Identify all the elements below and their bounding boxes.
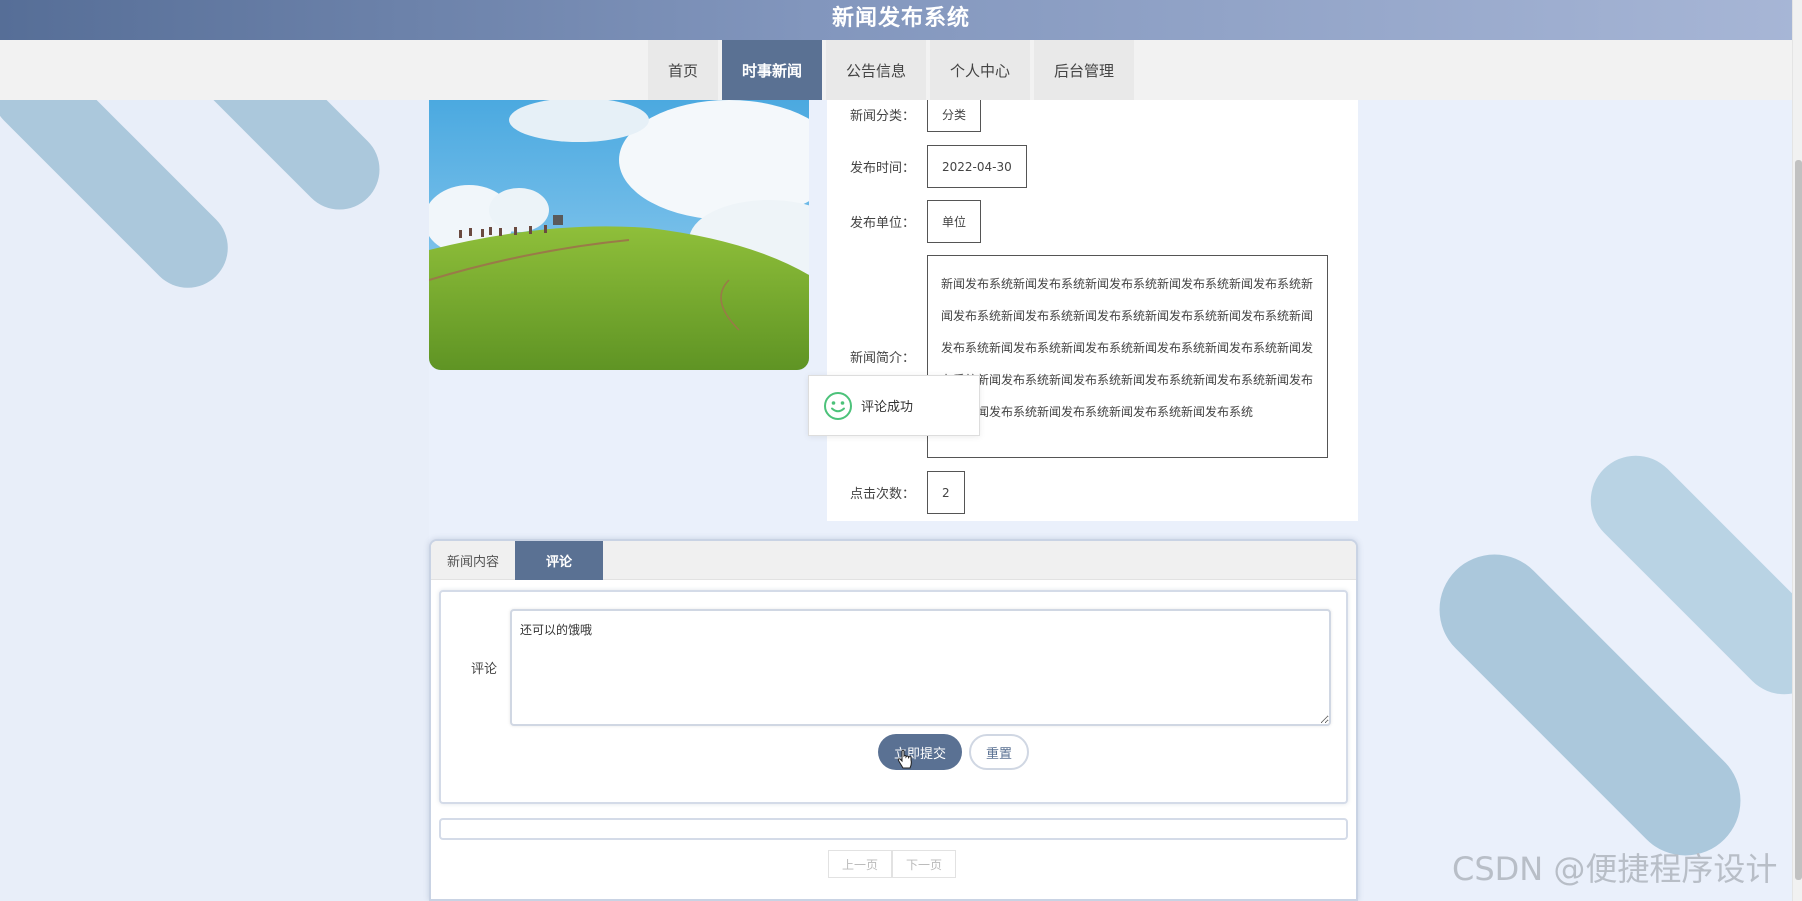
comment-form: 评论 还可以的饿哦 立即提交 重置: [439, 590, 1348, 804]
success-toast: 评论成功: [808, 375, 980, 436]
site-title: 新闻发布系统: [831, 6, 970, 31]
news-tabs: 新闻内容 评论 评论 还可以的饿哦 立即提交 重置 上一页 下一页: [429, 539, 1358, 901]
click-count-value: 2: [927, 471, 965, 514]
next-page-button[interactable]: 下一页: [892, 850, 956, 878]
click-count-label: 点击次数：: [849, 487, 915, 502]
nav-item-admin[interactable]: 后台管理: [1034, 40, 1135, 100]
reset-button[interactable]: 重置: [969, 734, 1029, 770]
prev-page-button[interactable]: 上一页: [828, 850, 892, 878]
news-intro-value: 新闻发布系统新闻发布系统新闻发布系统新闻发布系统新闻发布系统新闻发布系统新闻发布…: [927, 255, 1328, 458]
nav-item-announcements[interactable]: 公告信息: [825, 40, 926, 100]
smile-icon: [824, 391, 852, 420]
news-info-panel: 新闻分类： 分类 发布时间： 2022-04-30 发布单位： 单位 新闻简介：…: [827, 96, 1358, 521]
scrollbar-thumb[interactable]: [1795, 160, 1802, 880]
nav-item-current-news[interactable]: 时事新闻: [721, 40, 822, 100]
tab-comments[interactable]: 评论: [515, 541, 604, 580]
publish-time-label: 发布时间：: [849, 161, 915, 176]
page-scrollbar[interactable]: [1792, 0, 1802, 901]
tab-news-content[interactable]: 新闻内容: [431, 541, 515, 580]
news-image: [429, 100, 809, 370]
landscape-image: [429, 100, 809, 370]
news-intro-label: 新闻简介：: [849, 351, 915, 366]
comment-list: [439, 818, 1348, 840]
publish-unit-label: 发布单位：: [849, 216, 915, 231]
comment-textarea[interactable]: 还可以的饿哦: [510, 609, 1331, 726]
publish-unit-value: 单位: [927, 200, 982, 243]
category-label: 新闻分类：: [849, 108, 915, 124]
toast-message: 评论成功: [861, 400, 914, 415]
publish-time-value: 2022-04-30: [927, 145, 1027, 188]
submit-button[interactable]: 立即提交: [878, 734, 962, 770]
hand-cursor-icon: [897, 749, 912, 769]
pagination: 上一页 下一页: [828, 850, 956, 878]
watermark-text: CSDN @便捷程序设计: [1452, 850, 1778, 888]
main-nav: 首页 时事新闻 公告信息 个人中心 后台管理: [0, 40, 1802, 100]
nav-item-home[interactable]: 首页: [647, 40, 718, 100]
nav-item-personal-center[interactable]: 个人中心: [930, 40, 1031, 100]
tab-header: 新闻内容 评论: [431, 541, 1356, 580]
site-header: 新闻发布系统: [0, 0, 1802, 40]
category-value: 分类: [927, 96, 982, 132]
comment-label: 评论: [471, 662, 498, 677]
